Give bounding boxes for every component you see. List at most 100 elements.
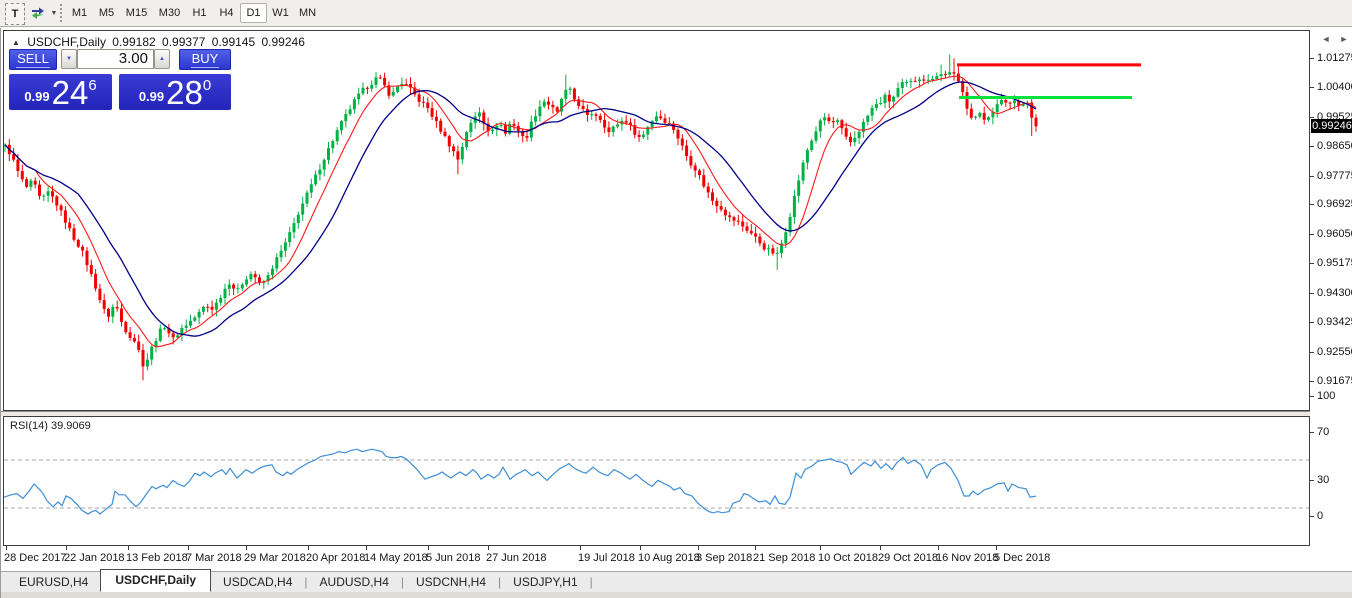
timeframe-button-h4[interactable]: H4 <box>213 3 240 23</box>
timeframe-button-w1[interactable]: W1 <box>267 3 294 23</box>
date-tick <box>880 546 881 550</box>
chart-tab-audusd-h4[interactable]: AUDUSD,H4 <box>308 572 401 592</box>
price-tick <box>1310 58 1314 59</box>
chart-tab-usdcnh-h4[interactable]: USDCNH,H4 <box>404 572 498 592</box>
price-tick <box>1310 146 1314 147</box>
price-tick-label: 0.98650 <box>1317 140 1352 152</box>
volume-decrease-button[interactable]: ▼ <box>61 49 77 69</box>
price-tick <box>1310 381 1314 382</box>
chart-tab-usdchf-daily[interactable]: USDCHF,Daily <box>100 569 211 592</box>
rsi-indicator-panel[interactable]: RSI(14) 39.9069 <box>3 416 1310 546</box>
rsi-tick-label: 0 <box>1317 510 1323 522</box>
date-tick-label: 16 Nov 2018 <box>936 552 998 564</box>
price-tick-label: 1.01275 <box>1317 52 1352 64</box>
price-tick-label: 0.97775 <box>1317 170 1352 182</box>
sell-price-pips: 24 <box>52 76 89 109</box>
sell-button-label: SELL <box>16 51 50 68</box>
sell-price-point: 6 <box>88 77 96 94</box>
buy-price-box[interactable]: 0.99 28 0 <box>119 74 231 110</box>
arrows-tool-icon[interactable] <box>27 3 49 23</box>
price-tick-label: 0.93425 <box>1317 316 1352 328</box>
date-tick-label: 29 Oct 2018 <box>878 552 938 564</box>
price-tick <box>1310 234 1314 235</box>
current-price-tag: 0.99246 <box>1311 119 1352 133</box>
date-tick-label: 10 Aug 2018 <box>638 552 700 564</box>
main-price-chart[interactable]: ▲ USDCHF,Daily 0.99182 0.99377 0.99145 0… <box>3 30 1310 411</box>
toolbar-grip[interactable] <box>60 4 62 22</box>
rsi-tick-label: 70 <box>1317 426 1329 438</box>
timeframe-button-m30[interactable]: M30 <box>153 3 186 23</box>
buy-button[interactable]: BUY <box>179 49 231 70</box>
tab-scroll-right-icon[interactable]: ► <box>1337 33 1351 45</box>
chart-tab-usdjpy-h1[interactable]: USDJPY,H1 <box>501 572 589 592</box>
timeframe-button-m5[interactable]: M5 <box>93 3 120 23</box>
chart-tab-usdcad-h4[interactable]: USDCAD,H4 <box>211 572 304 592</box>
date-tick-label: 13 Feb 2018 <box>126 552 188 564</box>
symbol-period-label: USDCHF,Daily <box>27 35 106 49</box>
price-tick <box>1310 263 1314 264</box>
date-tick-label: 10 Oct 2018 <box>818 552 878 564</box>
one-click-trade-panel: SELL ▼ 3.00 ▲ BUY 0.99 24 6 0.99 28 0 <box>9 49 231 111</box>
rsi-tick <box>1310 516 1314 517</box>
rsi-chart-canvas[interactable] <box>4 417 1309 545</box>
price-tick <box>1310 352 1314 353</box>
date-tick-label: 27 Jun 2018 <box>486 552 547 564</box>
rsi-tick-label: 30 <box>1317 474 1329 486</box>
timeframe-button-d1[interactable]: D1 <box>240 3 267 23</box>
sell-price-box[interactable]: 0.99 24 6 <box>9 74 112 110</box>
price-tick <box>1310 87 1314 88</box>
sell-button[interactable]: SELL <box>9 49 57 70</box>
timeframe-bar: M1M5M15M30H1H4D1W1MN <box>66 3 321 23</box>
price-axis[interactable]: 1.012751.004000.995250.986500.977750.969… <box>1310 28 1352 570</box>
date-tick-label: 20 Apr 2018 <box>306 552 365 564</box>
price-tick-label: 1.00400 <box>1317 81 1352 93</box>
price-tick-label: 0.96925 <box>1317 198 1352 210</box>
date-tick <box>308 546 309 550</box>
date-tick <box>128 546 129 550</box>
volume-increase-button[interactable]: ▲ <box>154 49 170 69</box>
timeframe-button-m1[interactable]: M1 <box>66 3 93 23</box>
date-tick <box>66 546 67 550</box>
buy-button-label: BUY <box>191 51 220 68</box>
text-tool-icon[interactable]: T <box>5 3 25 25</box>
rsi-tick <box>1310 432 1314 433</box>
date-tick <box>996 546 997 550</box>
price-tick-label: 0.91675 <box>1317 375 1352 387</box>
timeframe-button-mn[interactable]: MN <box>294 3 321 23</box>
tab-scroll-left-icon[interactable]: ◄ <box>1319 33 1333 45</box>
price-tick <box>1310 293 1314 294</box>
date-tick <box>246 546 247 550</box>
chart-tab-eurusd-h4[interactable]: EURUSD,H4 <box>7 572 100 592</box>
date-tick <box>580 546 581 550</box>
dropdown-caret-icon[interactable]: ▼ <box>49 3 59 23</box>
date-tick-label: 28 Dec 2017 <box>4 552 66 564</box>
ohlc-open: 0.99182 <box>112 35 155 49</box>
volume-input[interactable]: 3.00 <box>77 49 154 69</box>
ohlc-low: 0.99145 <box>212 35 255 49</box>
tab-separator: | <box>590 575 593 592</box>
date-tick <box>820 546 821 550</box>
sell-price-base: 0.99 <box>24 89 49 104</box>
timeframe-button-m15[interactable]: M15 <box>120 3 153 23</box>
price-tick <box>1310 176 1314 177</box>
date-tick <box>366 546 367 550</box>
date-tick-label: 21 Sep 2018 <box>753 552 815 564</box>
rsi-tick-label: 100 <box>1317 390 1335 402</box>
date-tick <box>938 546 939 550</box>
ohlc-close: 0.99246 <box>262 35 305 49</box>
date-tick-label: 29 Mar 2018 <box>244 552 306 564</box>
date-axis[interactable]: 28 Dec 201722 Jan 201813 Feb 20187 Mar 2… <box>1 546 1310 570</box>
date-tick <box>488 546 489 550</box>
bottom-strip <box>1 592 1352 598</box>
date-tick-label: 5 Jun 2018 <box>426 552 480 564</box>
price-tick <box>1310 322 1314 323</box>
price-tick-label: 0.96050 <box>1317 228 1352 240</box>
price-tick-label: 0.95175 <box>1317 257 1352 269</box>
toolbar: T ▼ M1M5M15M30H1H4D1W1MN <box>0 0 1352 27</box>
buy-price-base: 0.99 <box>139 89 164 104</box>
mt4-window: T ▼ M1M5M15M30H1H4D1W1MN ▲ USDCHF,Daily … <box>0 0 1352 598</box>
timeframe-button-h1[interactable]: H1 <box>186 3 213 23</box>
date-tick-label: 19 Jul 2018 <box>578 552 635 564</box>
collapse-arrow-icon[interactable]: ▲ <box>12 38 20 47</box>
rsi-tick <box>1310 396 1314 397</box>
